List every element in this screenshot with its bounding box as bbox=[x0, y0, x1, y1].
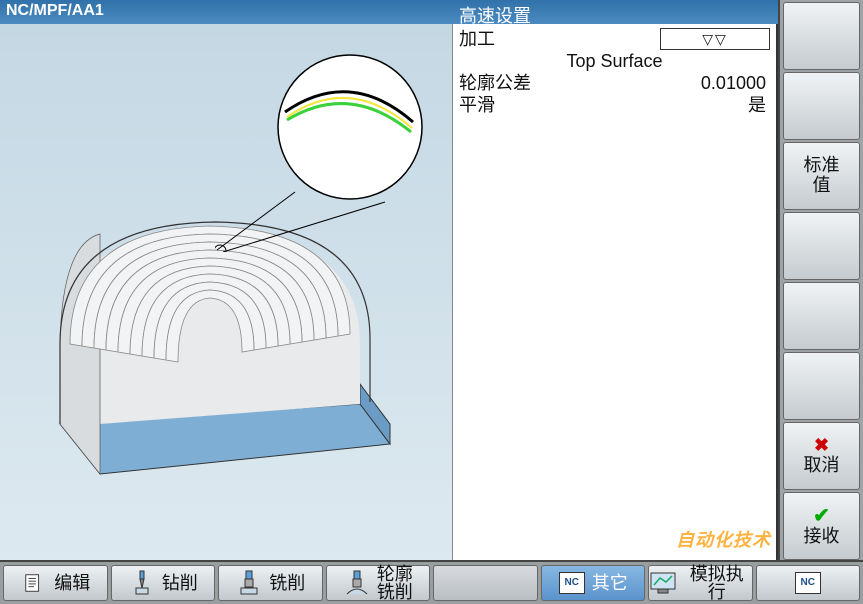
bottom-softkey-row: 编辑 钻削 铣削 轮廓 铣削 NC 其它 bbox=[0, 560, 863, 604]
cancel-x-icon: ✖ bbox=[814, 436, 829, 456]
softkey-r1[interactable] bbox=[783, 2, 860, 70]
softkey-r6[interactable] bbox=[783, 352, 860, 420]
softkey-other[interactable]: NC 其它 bbox=[541, 565, 646, 601]
softkey-b5[interactable] bbox=[433, 565, 538, 601]
softkey-r5[interactable] bbox=[783, 282, 860, 350]
mill-icon bbox=[235, 569, 263, 597]
smooth-label: 平滑 bbox=[459, 94, 615, 116]
softkey-r2[interactable] bbox=[783, 72, 860, 140]
simulation-icon bbox=[649, 569, 676, 597]
softkey-r4[interactable] bbox=[783, 212, 860, 280]
contour-mill-icon bbox=[343, 569, 371, 597]
machining-mode-value: Top Surface bbox=[459, 50, 770, 72]
accept-check-icon: ✔ bbox=[813, 505, 830, 527]
softkey-b8[interactable]: NC bbox=[756, 565, 861, 601]
softkey-cancel[interactable]: ✖ 取消 bbox=[783, 422, 860, 490]
softkey-drilling[interactable]: 钻削 bbox=[111, 565, 216, 601]
right-softkey-column: 标准 值 ✖ 取消 ✔ 接收 bbox=[778, 0, 863, 604]
nc-exec-icon: NC bbox=[794, 569, 822, 597]
tolerance-value[interactable]: 0.01000 bbox=[615, 72, 771, 94]
program-path-bar: NC/MPF/AA1 bbox=[0, 0, 453, 24]
softkey-default-values[interactable]: 标准 值 bbox=[783, 142, 860, 210]
machining-dropdown[interactable]: ▽▽ bbox=[660, 28, 770, 50]
nc-icon: NC bbox=[558, 569, 586, 597]
softkey-milling[interactable]: 铣削 bbox=[218, 565, 323, 601]
softkey-edit[interactable]: 编辑 bbox=[3, 565, 108, 601]
softkey-accept[interactable]: ✔ 接收 bbox=[783, 492, 860, 560]
drill-icon bbox=[128, 569, 156, 597]
graphic-preview-panel bbox=[0, 24, 453, 560]
softkey-contour-milling[interactable]: 轮廓 铣削 bbox=[326, 565, 431, 601]
magnifier-detail bbox=[215, 52, 445, 252]
edit-icon bbox=[20, 569, 48, 597]
tolerance-label: 轮廓公差 bbox=[459, 72, 615, 94]
parameter-form: 加工 ▽▽ Top Surface 轮廓公差 0.01000 平滑 是 bbox=[453, 24, 778, 560]
smooth-value[interactable]: 是 bbox=[615, 94, 771, 116]
machining-label: 加工 bbox=[459, 28, 615, 50]
softkey-simulation[interactable]: 模拟执行 bbox=[648, 565, 753, 601]
dropdown-symbol: ▽▽ bbox=[702, 28, 728, 50]
panel-title: 高速设置 bbox=[453, 0, 778, 24]
